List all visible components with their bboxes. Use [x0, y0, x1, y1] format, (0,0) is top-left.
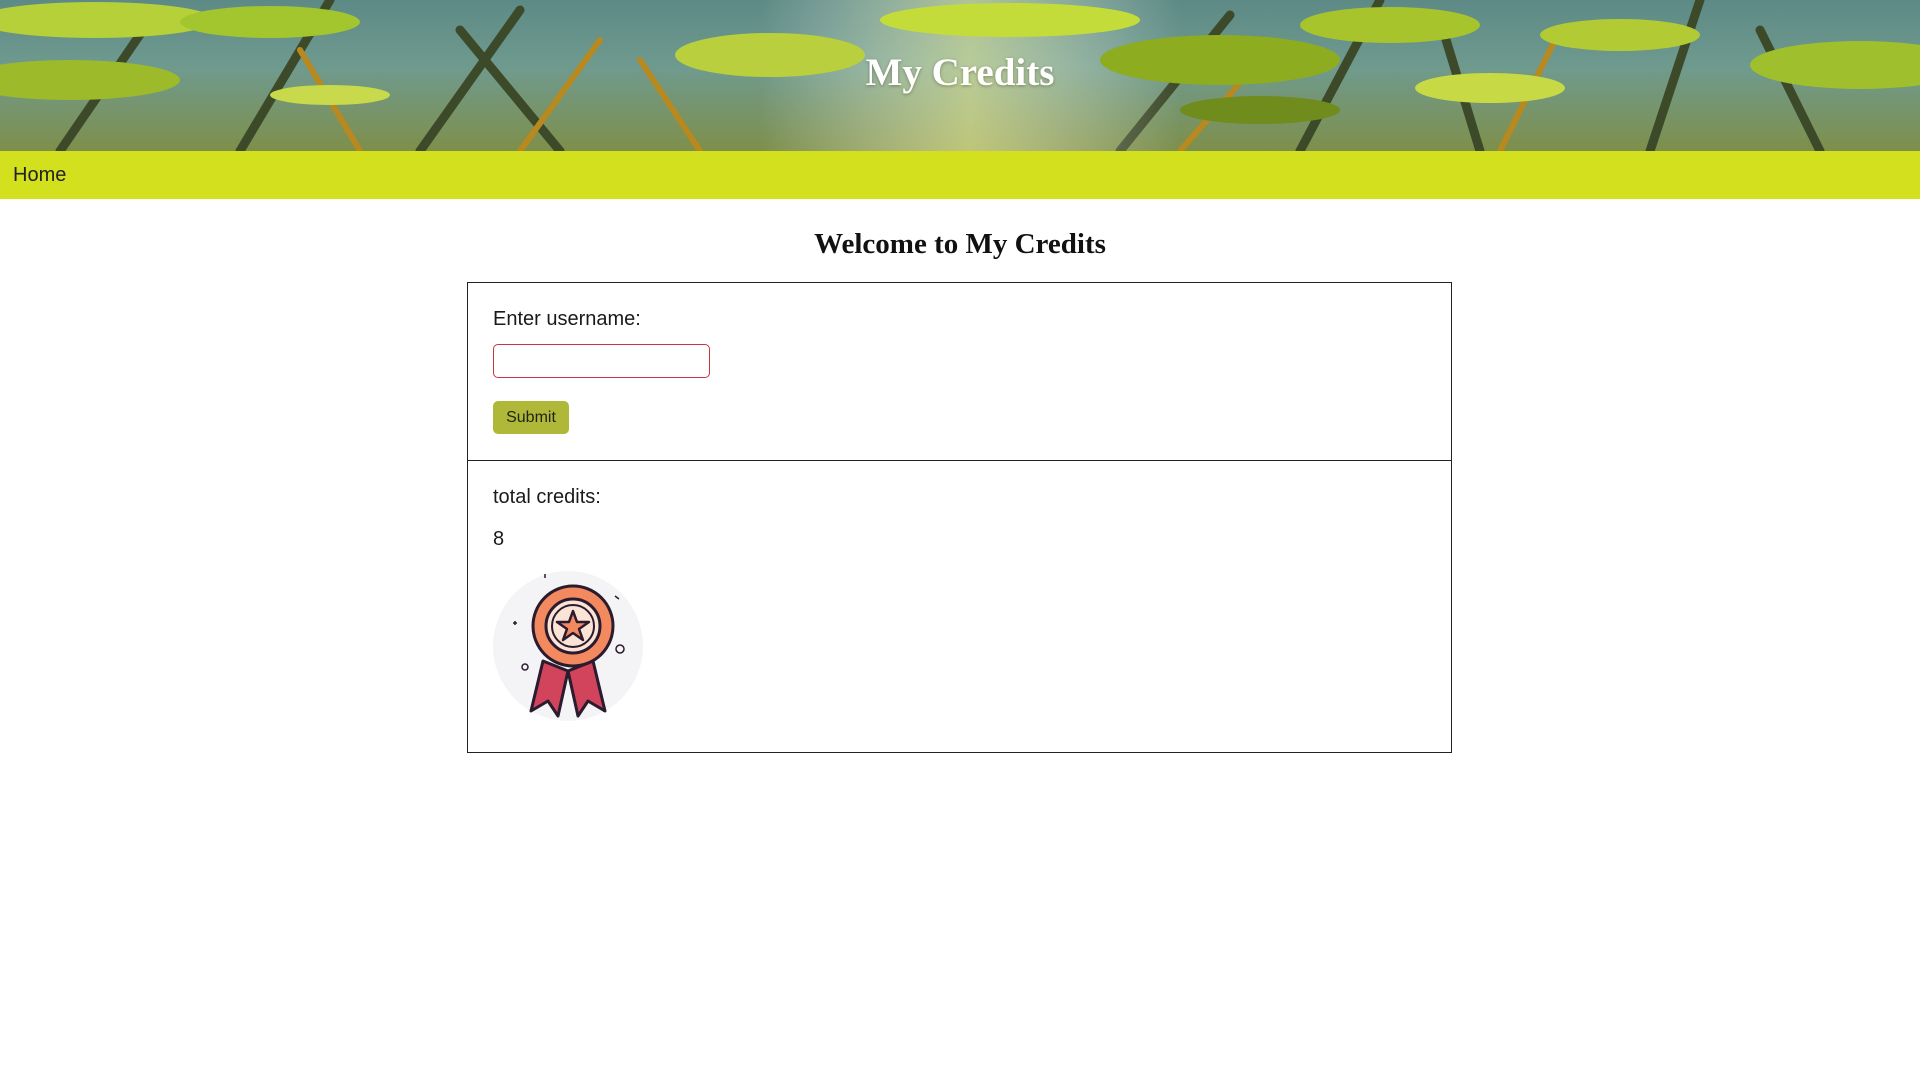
- submit-button[interactable]: Submit: [493, 401, 569, 434]
- total-credits-value: 8: [493, 528, 505, 550]
- nav-bar: Home: [0, 151, 1920, 199]
- header-banner: My Credits: [0, 0, 1920, 151]
- username-input[interactable]: [493, 344, 710, 378]
- credits-panel: total credits: 8: [467, 460, 1452, 753]
- username-label: Enter username:: [493, 308, 641, 330]
- award-ribbon-icon: [493, 571, 643, 721]
- username-form-panel: Enter username: Submit: [467, 282, 1452, 461]
- page-title: My Credits: [865, 51, 1055, 94]
- welcome-heading: Welcome to My Credits: [814, 228, 1106, 260]
- main-content: Welcome to My Credits Enter username: Su…: [0, 227, 1920, 753]
- total-credits-label: total credits:: [493, 486, 601, 508]
- nav-home-link[interactable]: Home: [13, 164, 66, 187]
